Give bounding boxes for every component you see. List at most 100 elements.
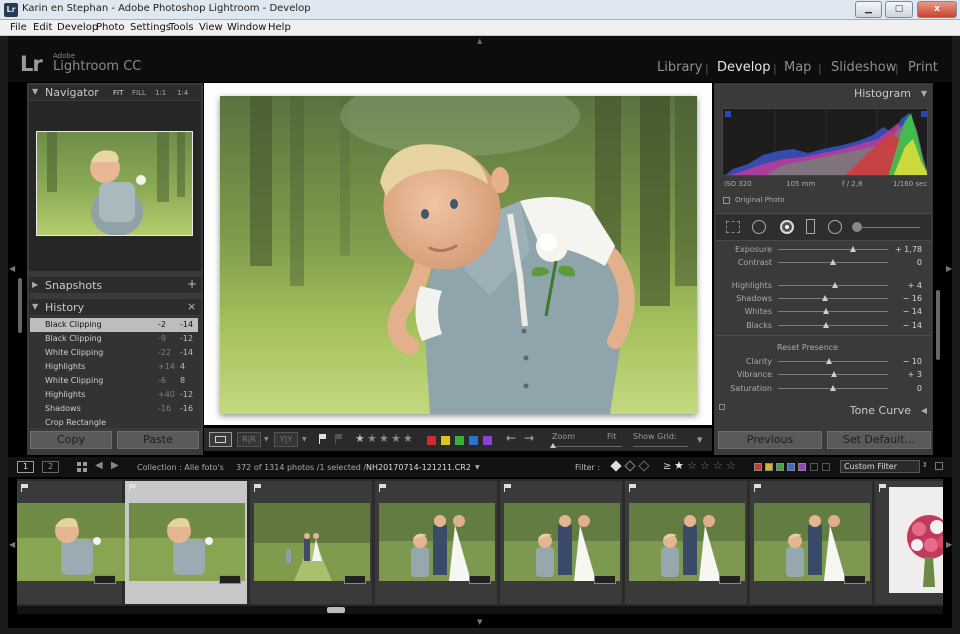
navigator-header[interactable]: ▼ Navigator FIT FILL 1:1 1:4 — [29, 85, 201, 100]
history-item[interactable]: Black Clipping -9 -12 — [30, 332, 198, 346]
label-red-swatch[interactable] — [427, 436, 436, 445]
rating-star-5-icon[interactable]: ★ — [403, 432, 413, 445]
thumbnail-flag-icon[interactable] — [254, 484, 262, 492]
adjustment-brush-tool-icon[interactable] — [852, 222, 862, 232]
slider-saturation[interactable]: Saturation 0 — [718, 383, 932, 395]
zoom-1-1[interactable]: 1:1 — [155, 89, 166, 97]
slider-track[interactable] — [778, 311, 888, 312]
filmstrip-right-arrow-icon[interactable]: ▶ — [946, 540, 952, 549]
menu-settings[interactable]: Settings — [130, 22, 171, 33]
thumbnail-flag-icon[interactable] — [754, 484, 762, 492]
filter-green-swatch[interactable] — [776, 463, 784, 471]
thumbnail-flag-icon[interactable] — [21, 484, 29, 492]
module-develop[interactable]: Develop — [717, 60, 771, 75]
bottom-panel-toggle-icon[interactable]: ▼ — [477, 618, 482, 626]
develop-badge-icon[interactable] — [344, 575, 366, 584]
top-panel-toggle-icon[interactable]: ▲ — [477, 37, 482, 45]
back-arrow-icon[interactable]: ◀ — [95, 460, 103, 471]
history-item[interactable]: Crop Rectangle — [30, 416, 198, 428]
label-blue-swatch[interactable] — [469, 436, 478, 445]
graduated-filter-tool-icon[interactable] — [806, 219, 815, 234]
slider-knob[interactable] — [832, 282, 839, 288]
maximize-button[interactable]: ▢ — [885, 1, 913, 18]
flag-reject-icon[interactable] — [334, 434, 344, 444]
histogram-graph[interactable] — [722, 108, 928, 176]
develop-badge-icon[interactable] — [94, 575, 116, 584]
menu-develop[interactable]: Develop — [57, 22, 98, 33]
slider-track[interactable] — [778, 249, 888, 250]
forward-arrow-icon[interactable]: ▶ — [111, 460, 119, 471]
module-slideshow[interactable]: Slideshow — [831, 60, 896, 75]
flag-pick-icon[interactable] — [318, 434, 328, 444]
set-default-button[interactable]: Set Default... — [827, 431, 931, 449]
main-window-button[interactable]: 1 — [17, 461, 34, 473]
custom-filter-select[interactable]: Custom Filter — [840, 460, 920, 473]
tone-curve-header[interactable]: Tone Curve ◀ — [716, 402, 931, 418]
slider-knob[interactable] — [822, 295, 829, 301]
label-yellow-swatch[interactable] — [441, 436, 450, 445]
thumbnail-flag-icon[interactable] — [504, 484, 512, 492]
filter-star-2-icon[interactable]: ☆ — [687, 459, 697, 472]
history-item[interactable]: Black Clipping -2 -14 — [30, 318, 198, 332]
grid-view-icon[interactable] — [77, 462, 88, 473]
filter-star-1-icon[interactable]: ★ — [674, 459, 684, 472]
menu-edit[interactable]: Edit — [33, 22, 52, 33]
slider-whites[interactable]: Whites − 14 — [718, 306, 932, 318]
next-photo-arrow-icon[interactable]: → — [524, 431, 534, 445]
slider-knob[interactable] — [823, 308, 830, 314]
zoom-1-4[interactable]: 1:4 — [177, 89, 188, 97]
slider-value[interactable]: − 14 — [903, 321, 922, 330]
slider-knob[interactable] — [825, 358, 832, 364]
slider-highlights[interactable]: Highlights + 4 — [718, 280, 932, 292]
paste-button[interactable]: Paste — [117, 431, 199, 449]
menu-photo[interactable]: Photo — [96, 22, 125, 33]
slider-blacks[interactable]: Blacks − 14 — [718, 320, 932, 332]
menu-window[interactable]: Window — [227, 22, 266, 33]
zoom-fit[interactable]: FIT — [113, 89, 123, 97]
histogram-header[interactable]: Histogram ▼ — [716, 85, 931, 101]
left-panel-scrollbar[interactable] — [18, 278, 22, 333]
snapshots-header[interactable]: ▶ Snapshots + — [29, 277, 201, 293]
filter-yellow-swatch[interactable] — [765, 463, 773, 471]
develop-badge-icon[interactable] — [469, 575, 491, 584]
slider-contrast[interactable]: Contrast 0 — [718, 257, 932, 269]
filter-star-4-icon[interactable]: ☆ — [713, 459, 723, 472]
slider-value[interactable]: + 4 — [908, 281, 922, 290]
clear-history-icon[interactable]: × — [187, 300, 196, 313]
filter-red-swatch[interactable] — [754, 463, 762, 471]
thumbnail-flag-icon[interactable] — [379, 484, 387, 492]
module-print[interactable]: Print — [908, 60, 938, 75]
before-after-split-button[interactable]: Y|Y — [274, 432, 298, 447]
zoom-slider-knob[interactable] — [550, 443, 556, 448]
filter-none-swatch[interactable] — [822, 463, 830, 471]
history-item[interactable]: Highlights +14 4 — [30, 360, 198, 374]
rating-operator[interactable]: ≥ — [663, 461, 671, 472]
copy-button[interactable]: Copy — [30, 431, 112, 449]
menu-tools[interactable]: Tools — [169, 22, 194, 33]
zoom-slider[interactable] — [552, 446, 622, 447]
previous-button[interactable]: Previous — [718, 431, 822, 449]
thumbnail-flag-icon[interactable] — [629, 484, 637, 492]
presence-section-title[interactable]: Reset Presence — [777, 343, 838, 352]
slider-shadows[interactable]: Shadows − 16 — [718, 293, 932, 305]
develop-badge-icon[interactable] — [594, 575, 616, 584]
slider-knob[interactable] — [830, 259, 836, 265]
right-panel-collapse-icon[interactable]: ▶ — [946, 264, 952, 273]
filmstrip-left-arrow-icon[interactable]: ◀ — [9, 540, 15, 549]
slider-knob[interactable] — [849, 246, 856, 252]
module-library[interactable]: Library — [657, 60, 702, 75]
filter-other-swatch[interactable] — [810, 463, 818, 471]
develop-badge-icon[interactable] — [844, 575, 866, 584]
slider-value[interactable]: 0 — [917, 384, 922, 393]
filename-dropdown-icon[interactable]: ▼ — [475, 464, 480, 471]
before-after-dropdown-icon[interactable]: ▼ — [264, 436, 269, 443]
slider-knob[interactable] — [823, 322, 830, 328]
filmstrip-thumbnail[interactable] — [375, 481, 497, 604]
develop-badge-icon[interactable] — [219, 575, 241, 584]
develop-badge-icon[interactable] — [719, 575, 741, 584]
slider-value[interactable]: − 14 — [903, 307, 922, 316]
filmstrip-scroll-thumb[interactable] — [327, 607, 345, 613]
grid-slider[interactable] — [633, 446, 688, 447]
filter-blue-swatch[interactable] — [787, 463, 795, 471]
history-item[interactable]: White Clipping -6 8 — [30, 374, 198, 388]
